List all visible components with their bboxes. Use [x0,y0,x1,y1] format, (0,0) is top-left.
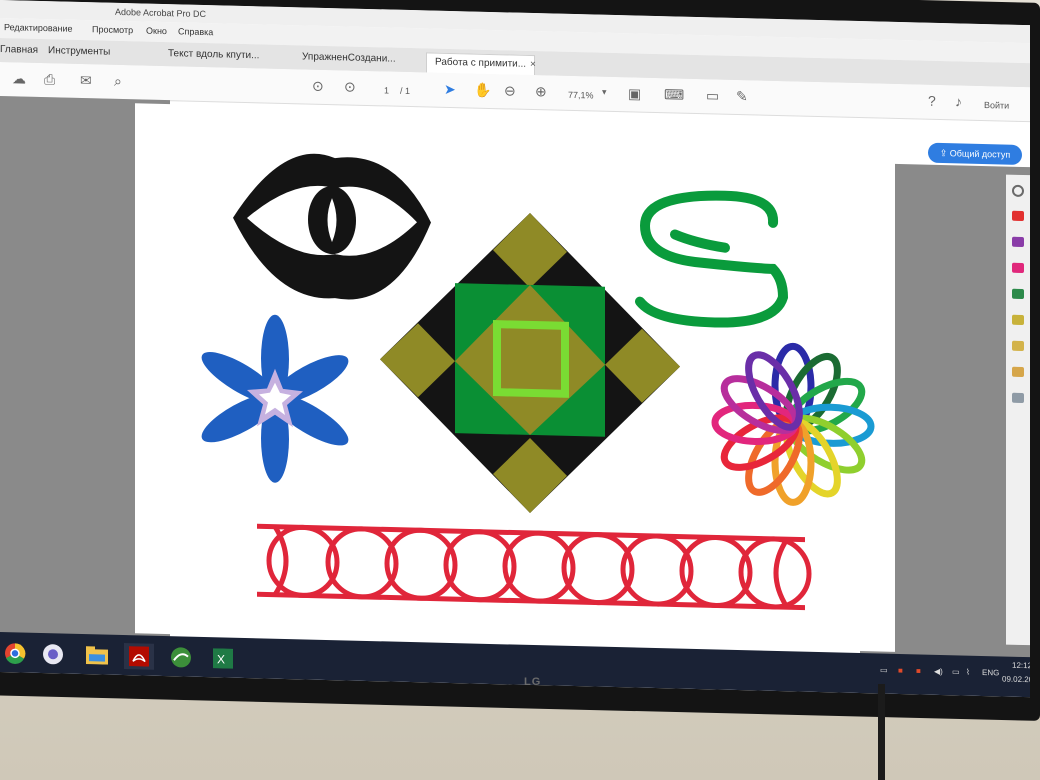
share-button[interactable]: ⇪ Общий доступ [928,142,1022,165]
comment-icon[interactable]: ▭ [706,87,719,104]
cloud-upload-icon[interactable]: ☁ [12,70,26,87]
tv-logo: LG [524,676,542,688]
tool-edit-pdf-icon[interactable] [1012,262,1024,274]
rosette-figure [711,342,875,506]
clock-date[interactable]: 09.02.2019 [1002,674,1030,684]
select-arrow-icon[interactable]: ➤ [444,81,456,98]
bell-icon[interactable]: ♪ [955,93,962,109]
screen: Adobe Acrobat Pro DC Редактирование Прос… [0,0,1030,698]
keyboard-icon[interactable]: ⌨ [664,86,684,103]
menu-item-help[interactable]: Справка [178,26,213,37]
zoom-in-icon[interactable]: ⊕ [535,83,547,100]
zoom-level[interactable]: 77,1% [568,90,594,101]
signin-button[interactable]: Войти [984,100,1009,111]
tray-volume-icon[interactable]: ◀) [934,667,943,676]
hand-icon[interactable]: ✋ [474,82,491,99]
next-page-icon[interactable]: ⊙ [344,78,356,95]
tool-export-icon[interactable] [1012,288,1024,300]
document-page [135,103,895,652]
tv-cable [878,684,885,780]
window-title: Adobe Acrobat Pro DC [115,6,207,20]
share-icon: ⇪ [939,147,950,159]
tab-doc-2[interactable]: УпражненСоздани... [302,51,396,71]
tray-app-icon[interactable]: ■ [898,666,903,675]
tray-monitor-icon[interactable]: ▭ [952,667,960,676]
fit-page-icon[interactable]: ▣ [628,85,641,102]
globe-app-icon[interactable] [38,641,68,668]
prev-page-icon[interactable]: ⊙ [312,78,324,95]
clock-time[interactable]: 12:12 [1012,661,1030,670]
diamond-figure [380,212,680,513]
tab-home[interactable]: Главная [0,44,38,63]
tray-wifi-icon[interactable]: ⌇ [966,668,970,677]
tool-export-pdf-icon[interactable] [1012,210,1024,222]
lang-indicator[interactable]: ENG [982,668,999,677]
tool-zoom-icon[interactable] [1012,184,1024,198]
tool-comment-icon[interactable] [1012,340,1024,352]
document-artwork [201,153,875,611]
svg-text:X: X [217,652,225,666]
help-icon[interactable]: ? [928,93,936,109]
acrobat-icon[interactable] [124,643,154,670]
excel-icon[interactable]: X [208,645,238,672]
tool-organize-icon[interactable] [1012,314,1024,326]
page-total: / 1 [400,85,411,97]
tray-network-icon[interactable]: ▭ [880,666,888,675]
corel-icon[interactable] [166,644,196,671]
share-label: Общий доступ [949,148,1011,160]
page-current[interactable]: 1 [384,85,389,95]
tray-antivirus-icon[interactable]: ■ [916,666,921,675]
search-icon[interactable]: ⌕ [114,73,122,90]
explorer-icon[interactable] [82,642,112,669]
tab-doc-1[interactable]: Текст вдоль кпути... [168,48,259,68]
chevron-down-icon[interactable]: ▾ [602,87,607,98]
chain-figure [257,523,812,611]
pen-icon[interactable]: ✎ [736,88,748,105]
tab-tools[interactable]: Инструменты [48,45,110,65]
print-icon[interactable]: ⎙ [44,71,55,88]
tool-protect-icon[interactable] [1012,392,1024,404]
eye-figure [233,153,431,300]
tool-fill-sign-icon[interactable] [1012,366,1024,378]
menu-item-window[interactable]: Окно [146,26,167,37]
s-figure [635,190,789,328]
zoom-out-icon[interactable]: ⊖ [504,82,516,99]
tool-create-pdf-icon[interactable] [1012,236,1024,248]
menu-item-view[interactable]: Просмотр [92,24,133,35]
close-icon[interactable]: × [530,59,536,70]
mail-icon[interactable]: ✉ [80,72,92,89]
menu-item-edit[interactable]: Редактирование [4,22,73,34]
chrome-icon[interactable] [0,640,30,667]
right-tools-panel [1006,174,1030,646]
flower-figure [201,314,349,483]
